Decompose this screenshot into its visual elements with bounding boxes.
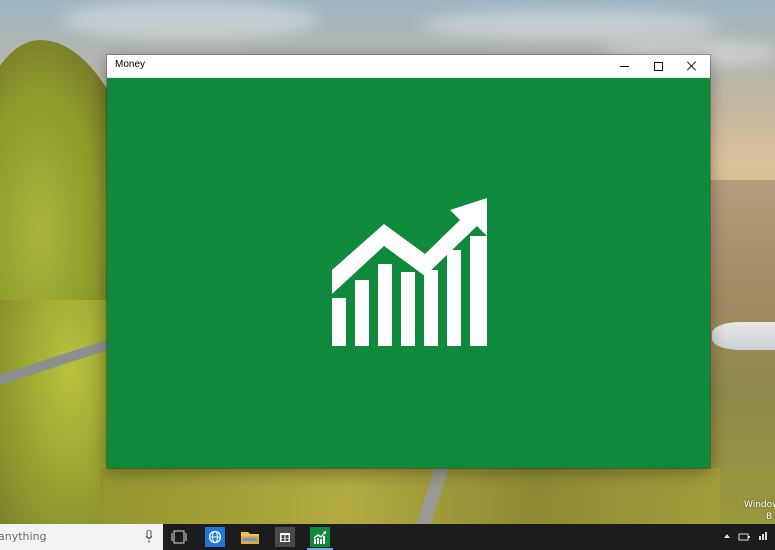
wallpaper-lake: [712, 322, 775, 350]
taskbar-store-icon[interactable]: [275, 527, 295, 547]
search-text: anything: [0, 530, 47, 543]
money-app-window[interactable]: Money: [107, 55, 710, 468]
microphone-icon[interactable]: [145, 530, 153, 544]
minimize-icon: [619, 65, 629, 67]
watermark-line2: B: [766, 512, 773, 522]
watermark-line1: Window: [744, 500, 775, 510]
maximize-icon: [653, 61, 663, 71]
window-title: Money: [115, 59, 146, 70]
task-view-icon[interactable]: [171, 530, 187, 544]
maximize-button[interactable]: [641, 55, 675, 77]
title-bar[interactable]: Money: [107, 55, 710, 78]
activation-watermark: Window B: [744, 499, 775, 523]
taskbar-edge-browser-icon[interactable]: [205, 527, 225, 547]
show-hidden-icons-icon: [724, 534, 730, 538]
system-tray[interactable]: [715, 524, 775, 550]
close-icon: [687, 61, 697, 71]
taskbar: anything: [0, 524, 775, 550]
network-icon: [738, 533, 749, 541]
taskbar-money-button[interactable]: [307, 527, 333, 550]
taskbar-file-explorer-icon[interactable]: [240, 527, 260, 547]
taskbar-money-icon: [310, 527, 330, 547]
search-box[interactable]: anything: [0, 524, 163, 550]
volume-icon: [759, 532, 767, 540]
minimize-button[interactable]: [607, 55, 641, 77]
close-button[interactable]: [675, 55, 709, 77]
desktop: Window B Money: [0, 0, 775, 550]
wallpaper-field: [100, 468, 720, 528]
money-logo-icon: [332, 198, 487, 346]
